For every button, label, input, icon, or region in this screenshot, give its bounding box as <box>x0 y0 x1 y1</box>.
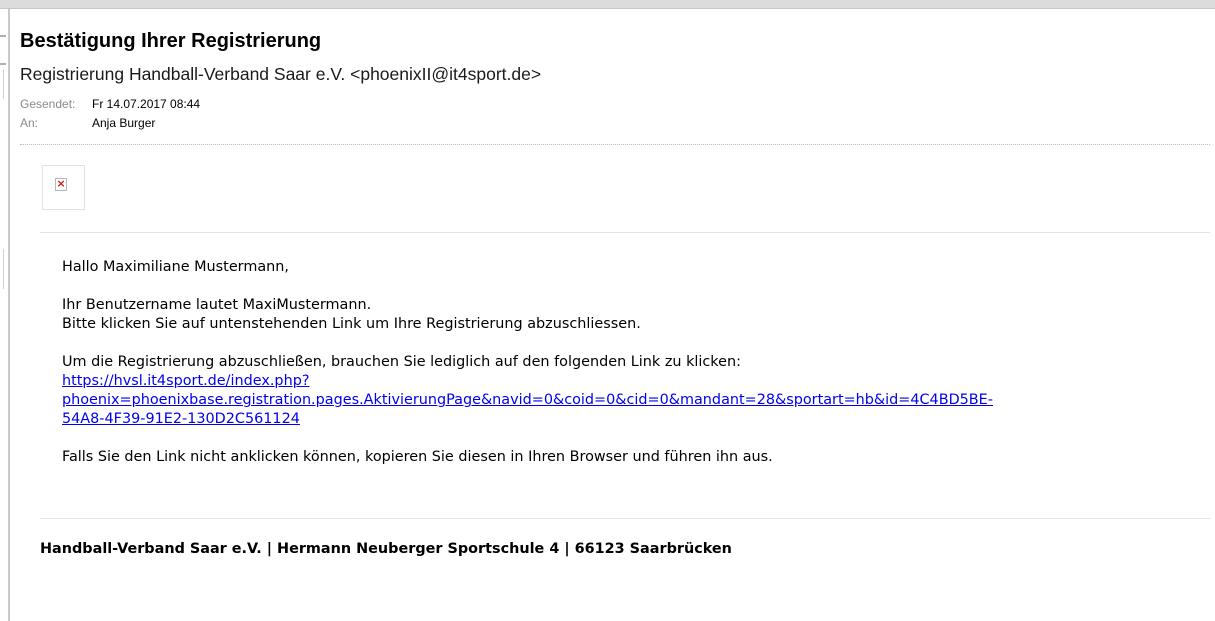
fallback-line: Falls Sie den Link nicht anklicken könne… <box>62 449 773 465</box>
splitter-line <box>8 9 10 621</box>
activation-link-part1[interactable]: https://hvsl.it4sport.de/index.php? <box>62 373 309 389</box>
sent-value: Fr 14.07.2017 08:44 <box>92 96 201 111</box>
splitter-seg <box>3 69 4 99</box>
content-divider-top <box>40 232 1210 233</box>
greeting: Hallo Maximiliane Mustermann, <box>62 259 289 275</box>
email-header: Bestätigung Ihrer Registrierung Registri… <box>20 30 1210 132</box>
content-divider-bottom <box>40 518 1210 519</box>
window-top-bar <box>0 0 1215 9</box>
to-label: An: <box>20 115 39 130</box>
email-body: Hallo Maximiliane Mustermann, Ihr Benutz… <box>62 258 1202 467</box>
splitter-nub <box>0 35 6 37</box>
broken-image-icon: × <box>55 177 67 191</box>
instruction-line: Bitte klicken Sie auf untenstehenden Lin… <box>62 316 641 332</box>
activation-link-part2[interactable]: phoenix=phoenixbase.registration.pages.A… <box>62 392 993 408</box>
sent-row: Gesendet: Fr 14.07.2017 08:44 <box>20 94 1210 113</box>
sent-label: Gesendet: <box>20 96 76 111</box>
splitter-nub <box>0 63 6 65</box>
email-subject: Bestätigung Ihrer Registrierung <box>20 30 322 52</box>
link-intro-line: Um die Registrierung abzuschließen, brau… <box>62 354 741 370</box>
splitter-seg <box>3 249 4 289</box>
header-divider <box>20 144 1210 145</box>
username-line: Ihr Benutzername lautet MaxiMustermann. <box>62 297 372 313</box>
to-row: An: Anja Burger <box>20 113 1210 132</box>
reading-pane-splitter[interactable] <box>0 9 10 621</box>
activation-link-part3[interactable]: 54A8-4F39-91E2-130D2C561124 <box>62 411 300 427</box>
blocked-image[interactable]: × <box>42 165 85 210</box>
to-value[interactable]: Anja Burger <box>92 116 155 130</box>
email-footer: Handball-Verband Saar e.V. | Hermann Neu… <box>40 541 732 557</box>
email-sender[interactable]: Registrierung Handball-Verband Saar e.V.… <box>20 64 1210 88</box>
